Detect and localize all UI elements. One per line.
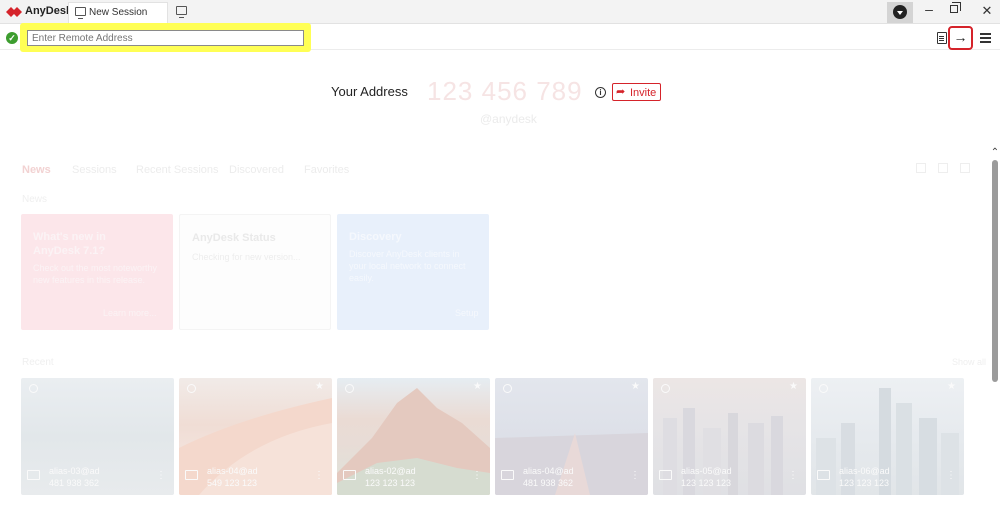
tab-favorites[interactable]: Favorites	[304, 164, 349, 176]
your-address-label: Your Address	[331, 84, 408, 99]
tab-recent-sessions[interactable]: Recent Sessions	[136, 164, 219, 176]
show-all-link[interactable]: Show all	[952, 357, 986, 367]
session-thumbnail[interactable]: ★ alias-04@ad 549 123 123 ⋮	[179, 378, 332, 495]
more-options-icon[interactable]: ⋮	[630, 470, 640, 481]
account-icon	[893, 5, 907, 19]
select-circle-icon[interactable]	[29, 384, 38, 393]
monitor-icon	[75, 7, 86, 19]
star-icon[interactable]: ★	[789, 381, 798, 392]
select-circle-icon[interactable]	[187, 384, 196, 393]
view-toggle[interactable]	[916, 163, 972, 175]
session-thumbnail[interactable]: ★ alias-06@ad 123 123 123 ⋮	[811, 378, 964, 495]
share-arrow-icon: ➦	[616, 86, 626, 98]
star-icon[interactable]: ★	[473, 381, 482, 392]
tile-view-icon[interactable]	[938, 163, 948, 173]
monitor-icon	[817, 470, 830, 480]
invite-button[interactable]: ➦ Invite	[612, 83, 661, 101]
session-thumbnail[interactable]: ★ alias-05@ad 123 123 123 ⋮	[653, 378, 806, 495]
session-id: 481 938 362	[49, 478, 100, 488]
monitor-icon	[343, 470, 356, 480]
tab-new-session[interactable]: New Session	[68, 2, 168, 24]
session-alias: alias-05@ad	[681, 466, 732, 476]
monitor-icon	[659, 470, 672, 480]
tab-label: New Session	[89, 7, 148, 18]
session-id: 123 123 123	[839, 478, 890, 488]
whats-new-card[interactable]: What's new in AnyDesk 7.1? Check out the…	[21, 214, 173, 330]
hamburger-menu-icon[interactable]	[980, 33, 991, 43]
card-text: Checking for new version...	[192, 252, 301, 262]
news-section-label: News	[22, 194, 48, 205]
new-tab-icon[interactable]	[176, 6, 187, 18]
session-id: 481 938 362	[523, 478, 574, 488]
grid-view-icon[interactable]	[916, 163, 926, 173]
tab-discovered[interactable]: Discovered	[229, 164, 284, 176]
list-view-icon[interactable]	[960, 163, 970, 173]
monitor-icon	[185, 470, 198, 480]
select-circle-icon[interactable]	[819, 384, 828, 393]
session-id: 123 123 123	[681, 478, 732, 488]
session-id: 123 123 123	[365, 478, 416, 488]
anydesk-logo-icon	[6, 7, 22, 17]
your-address-number: 123 456 789	[427, 76, 583, 106]
connection-status-icon: ✓	[6, 32, 18, 44]
more-options-icon[interactable]: ⋮	[314, 470, 324, 481]
session-alias: alias-04@ad	[523, 466, 574, 476]
star-icon[interactable]: ★	[315, 381, 324, 392]
more-options-icon[interactable]: ⋮	[156, 470, 166, 481]
account-button[interactable]	[887, 2, 913, 23]
app-name: AnyDesk	[25, 5, 73, 17]
session-thumbnail[interactable]: alias-03@ad 481 938 362 ⋮	[21, 378, 174, 495]
monitor-icon	[27, 470, 40, 480]
star-icon[interactable]: ★	[631, 381, 640, 392]
title-bar: AnyDesk New Session – ✕	[0, 0, 1000, 24]
file-transfer-icon[interactable]	[937, 32, 947, 44]
remote-address-input[interactable]	[27, 30, 304, 46]
session-id: 549 123 123	[207, 478, 258, 488]
session-alias: alias-02@ad	[365, 466, 416, 476]
minimize-button[interactable]: –	[921, 1, 937, 17]
vertical-scrollbar[interactable]	[992, 160, 998, 382]
restore-button[interactable]	[950, 2, 961, 13]
setup-link[interactable]: Setup	[455, 308, 479, 318]
select-circle-icon[interactable]	[345, 384, 354, 393]
more-options-icon[interactable]: ⋮	[946, 470, 956, 481]
scroll-up-icon[interactable]: ⌃	[990, 147, 1000, 158]
card-title: AnyDesk Status	[192, 232, 276, 244]
close-button[interactable]: ✕	[979, 3, 995, 19]
more-options-icon[interactable]: ⋮	[472, 470, 482, 481]
session-alias: alias-04@ad	[207, 466, 258, 476]
session-alias: alias-03@ad	[49, 466, 100, 476]
card-title: What's new in AnyDesk 7.1?	[33, 231, 106, 257]
your-address-alias: @anydesk	[480, 112, 537, 126]
tab-sessions[interactable]: Sessions	[72, 164, 117, 176]
card-title: Discovery	[349, 231, 402, 243]
monitor-icon	[501, 470, 514, 480]
recent-section-label: Recent	[22, 357, 54, 368]
star-icon[interactable]: ★	[947, 381, 956, 392]
select-circle-icon[interactable]	[503, 384, 512, 393]
tab-news[interactable]: News	[22, 164, 51, 176]
more-options-icon[interactable]: ⋮	[788, 470, 798, 481]
anydesk-status-card: AnyDesk Status Checking for new version.…	[179, 214, 331, 330]
invite-label: Invite	[630, 87, 657, 99]
learn-more-link[interactable]: Learn more...	[103, 308, 157, 318]
session-alias: alias-06@ad	[839, 466, 890, 476]
connect-button[interactable]: →	[948, 26, 973, 50]
card-text: Check out the most noteworthy new featur…	[33, 263, 158, 285]
card-text: Discover AnyDesk clients in your local n…	[349, 249, 466, 283]
info-icon[interactable]: i	[595, 87, 606, 98]
select-circle-icon[interactable]	[661, 384, 670, 393]
session-thumbnail[interactable]: ★ alias-02@ad 123 123 123 ⋮	[337, 378, 490, 495]
session-thumbnail[interactable]: ★ alias-04@ad 481 938 362 ⋮	[495, 378, 648, 495]
discovery-card[interactable]: Discovery Discover AnyDesk clients in yo…	[337, 214, 489, 330]
